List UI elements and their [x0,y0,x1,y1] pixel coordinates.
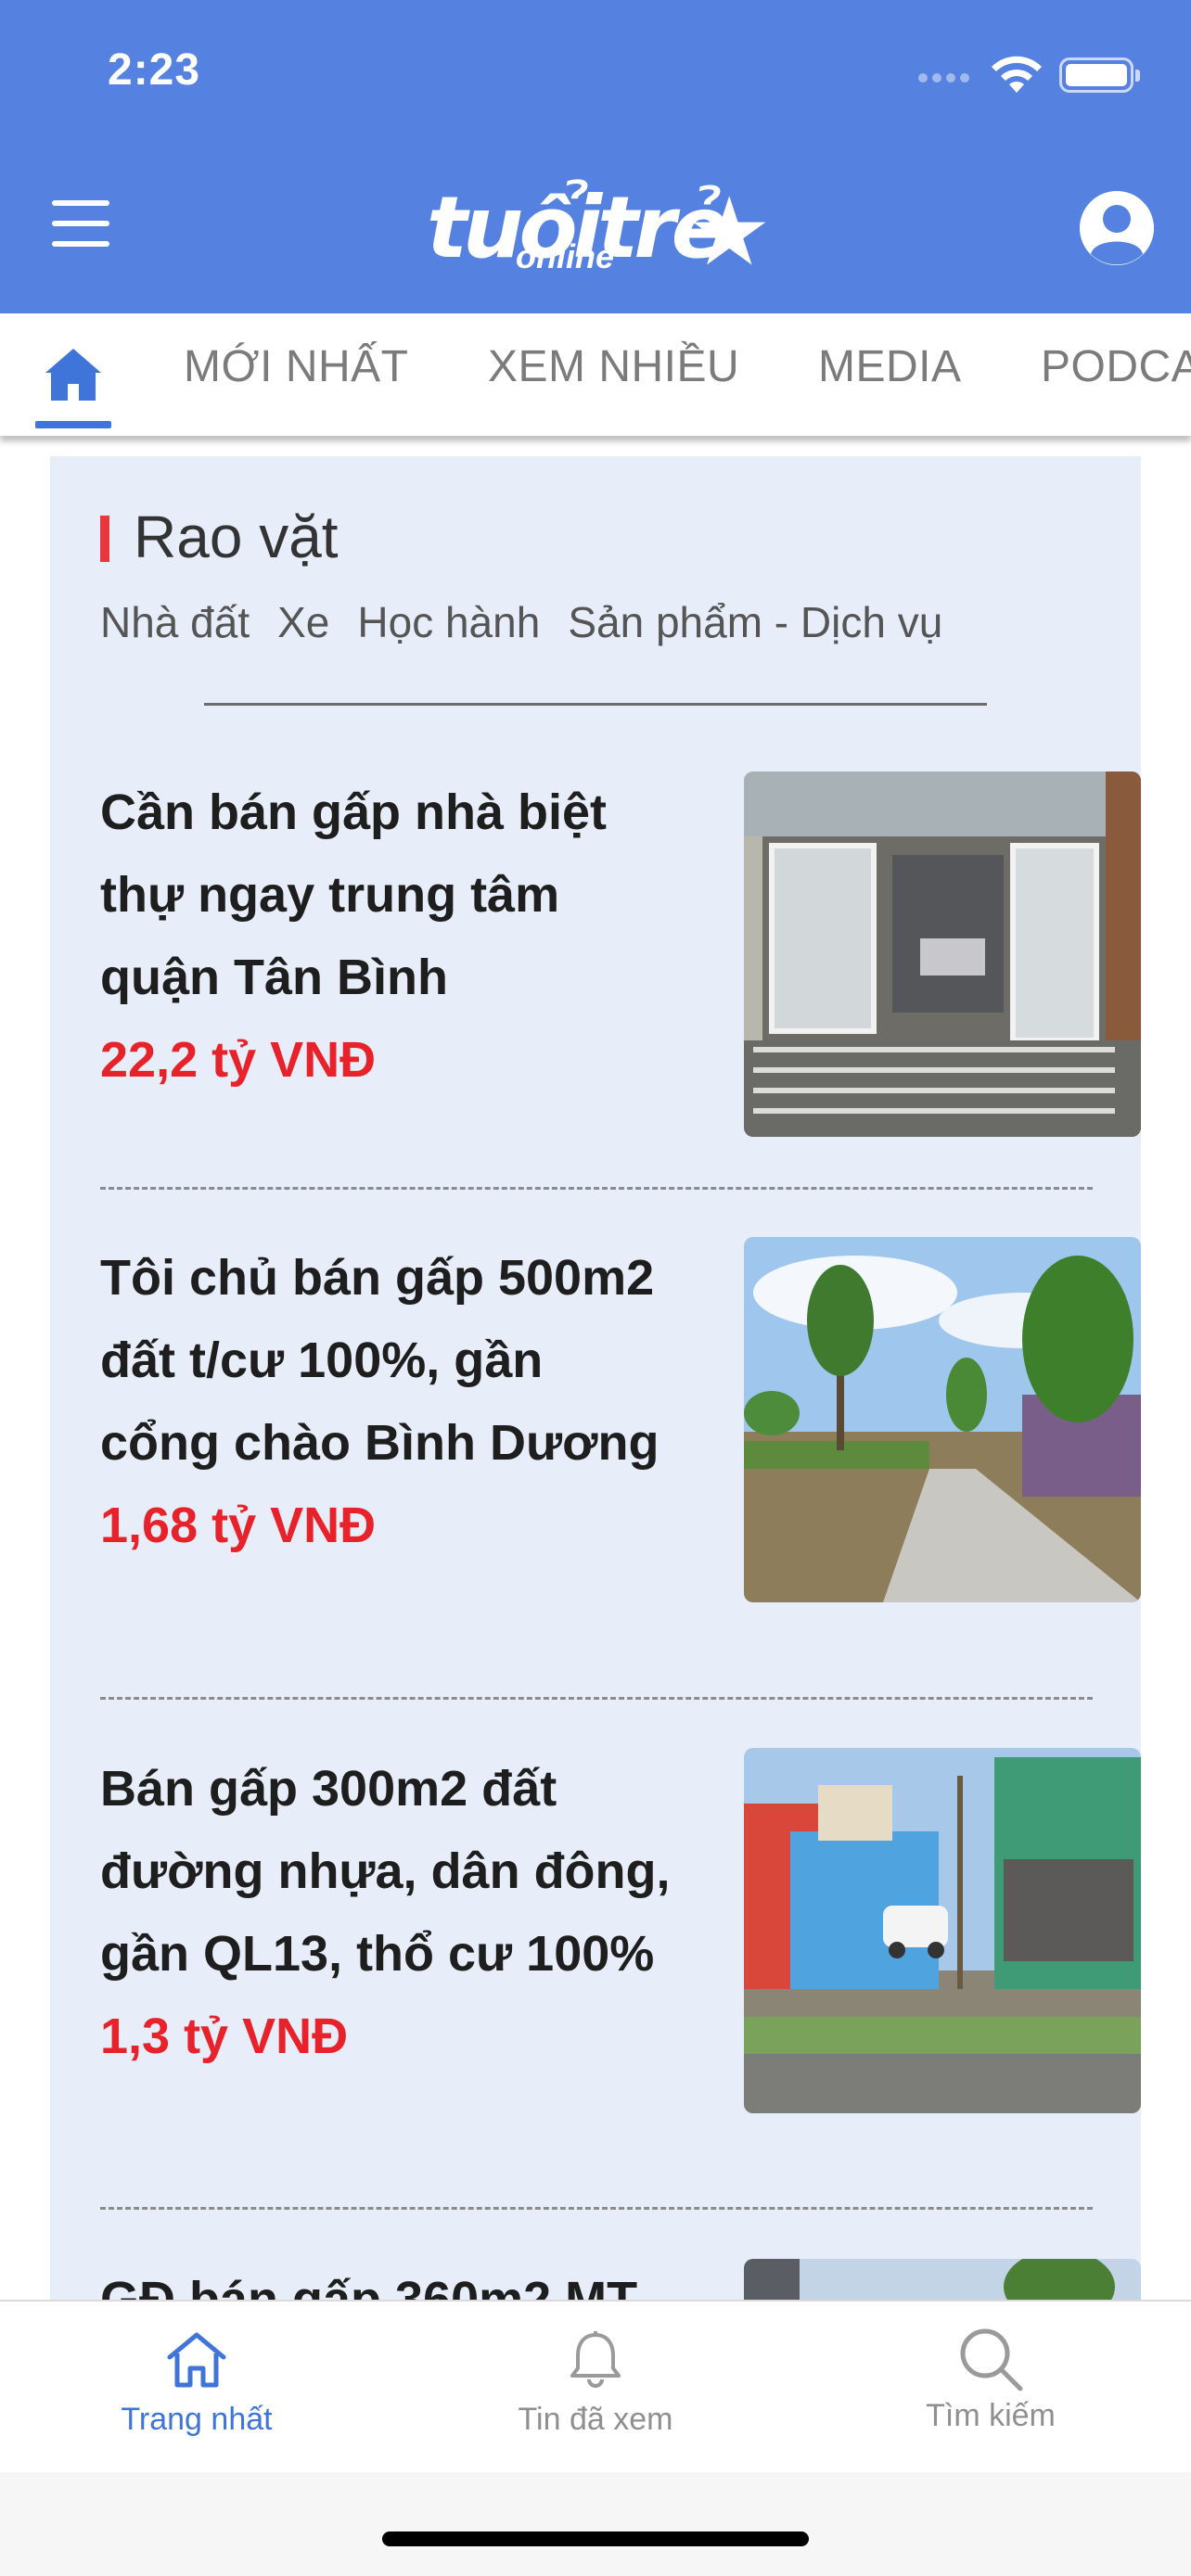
item-title: Tôi chủ bán gấp 500m2 đất t/cư 100%, gần… [100,1250,660,1471]
battery-icon [1059,57,1140,93]
tab-media[interactable]: MEDIA [818,341,962,392]
user-avatar-icon[interactable] [1080,191,1154,265]
main-content: Rao vặt Nhà đất Xe Học hành Sản phẩm - D… [0,436,1191,2300]
nav-label: Tin đã xem [518,2402,673,2437]
item-price: 22,2 tỷ VNĐ [100,1032,377,1088]
home-icon [167,2332,226,2388]
item-title: Cần bán gấp nhà biệt thự ngay trung tâm … [100,784,608,1005]
classifieds-subnav: Nhà đất Xe Học hành Sản phẩm - Dịch vụ [100,597,942,647]
logo-sub: online [516,237,614,275]
home-indicator-area [0,2472,1191,2576]
app-header: 2:23 tuổitrẻ online ★ [0,0,1191,313]
subnav-nha-dat[interactable]: Nhà đất [100,597,250,647]
item-separator [100,2207,1093,2210]
nav-label: Trang nhất [121,2402,273,2437]
item-price: 1,68 tỷ VNĐ [100,1498,377,1553]
status-bar: 2:23 [0,0,1191,148]
home-icon [45,349,101,401]
list-item[interactable]: Cần bán gấp nhà biệt thự ngay trung tâm … [100,772,1141,1152]
list-item[interactable]: Bán gấp 300m2 đất đường nhựa, dân đông, … [100,1748,1141,2212]
nav-tim-kiem[interactable]: Tìm kiếm [870,2328,1111,2434]
item-thumbnail [744,772,1141,1137]
wifi-icon [992,56,1042,93]
item-thumbnail [744,1748,1141,2113]
item-title: GĐ bán gấp 360m2 MT [100,2272,638,2300]
active-tab-indicator [35,421,111,428]
hamburger-menu-icon[interactable] [52,200,119,250]
category-tab-bar: MỚI NHẤT XEM NHIỀU MEDIA PODCA [0,313,1191,436]
tuoitre-logo: tuổitrẻ online ★ [423,178,772,287]
list-item[interactable]: Tôi chủ bán gấp 500m2 đất t/cư 100%, gần… [100,1237,1141,1701]
nav-tin-da-xem[interactable]: Tin đã xem [475,2329,716,2438]
search-icon [960,2328,1023,2391]
item-separator [100,1697,1093,1700]
subnav-san-pham-dich-vu[interactable]: Sản phẩm - Dịch vụ [568,597,942,647]
nav-trang-nhat[interactable]: Trang nhất [76,2329,317,2438]
bottom-navigation: Trang nhất Tin đã xem Tìm kiếm [0,2300,1191,2472]
status-time: 2:23 [108,45,201,95]
tab-home[interactable] [35,343,111,432]
bell-icon [570,2331,621,2388]
list-item[interactable]: GĐ bán gấp 360m2 MT [100,2259,1141,2300]
cellular-signal-icon [918,70,978,83]
nav-label: Tìm kiếm [926,2398,1056,2433]
section-title: Rao vặt [100,503,339,571]
item-thumbnail [744,2259,1141,2300]
tab-podcast[interactable]: PODCA [1041,341,1191,392]
classifieds-panel: Rao vặt Nhà đất Xe Học hành Sản phẩm - D… [50,456,1141,2300]
item-title: Bán gấp 300m2 đất đường nhựa, dân đông, … [100,1761,671,1982]
item-thumbnail [744,1237,1141,1602]
item-price: 1,3 tỷ VNĐ [100,2009,349,2064]
item-separator [100,1187,1093,1190]
tab-xem-nhieu[interactable]: XEM NHIỀU [488,341,739,392]
logo-star-icon: ★ [686,179,772,285]
subnav-xe[interactable]: Xe [277,597,329,647]
tab-moi-nhat[interactable]: MỚI NHẤT [184,341,408,392]
home-indicator[interactable] [382,2531,809,2546]
section-divider [204,703,987,706]
subnav-hoc-hanh[interactable]: Học hành [357,597,540,647]
